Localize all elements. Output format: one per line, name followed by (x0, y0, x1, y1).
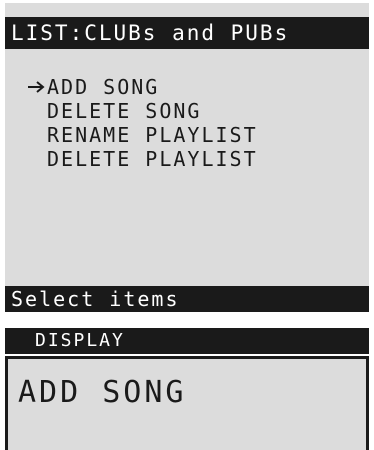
menu-list: ADD SONG DELETE SONG RENAME PLAYLIST DEL… (5, 75, 369, 171)
display-box: ADD SONG (5, 356, 369, 450)
menu-item-delete-song[interactable]: DELETE SONG (5, 99, 369, 123)
menu-item-delete-playlist[interactable]: DELETE PLAYLIST (5, 147, 369, 171)
display-header: DISPLAY (5, 328, 369, 354)
status-bar: Select items (5, 286, 369, 312)
menu-item-rename-playlist[interactable]: RENAME PLAYLIST (5, 123, 369, 147)
menu-item-label: ADD SONG (47, 75, 160, 99)
arrow-right-icon (28, 81, 45, 93)
menu-item-add-song[interactable]: ADD SONG (5, 75, 369, 99)
screen-title: LIST:CLUBs and PUBs (5, 17, 369, 49)
menu-item-label: DELETE PLAYLIST (47, 147, 258, 171)
display-text: ADD SONG (18, 375, 187, 410)
menu-item-label: RENAME PLAYLIST (47, 123, 258, 147)
menu-item-label: DELETE SONG (47, 99, 202, 123)
lcd-screen: LIST:CLUBs and PUBs ADD SONG DELETE SONG… (5, 3, 369, 312)
